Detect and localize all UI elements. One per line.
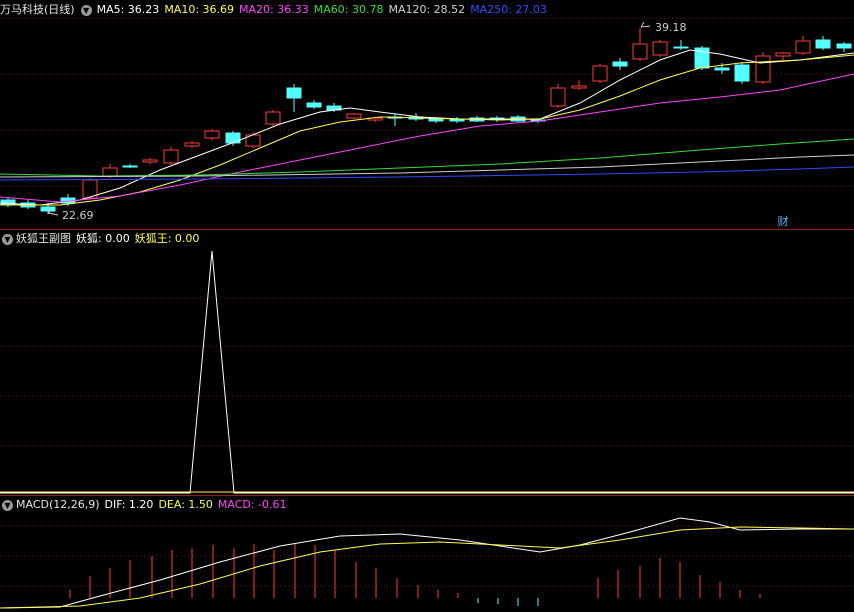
candle-body: [815, 39, 831, 49]
candle-body: [571, 85, 587, 89]
yaohu-line: [0, 250, 854, 494]
candle-body: [795, 40, 811, 54]
candle-body: [592, 65, 608, 82]
ma250-line: [0, 166, 854, 181]
panel-divider: [0, 229, 854, 230]
candle-body: [550, 87, 566, 107]
candle-body: [40, 206, 56, 212]
candle-body: [612, 61, 628, 67]
ma60-line: [0, 138, 854, 177]
ma5-line: [0, 49, 854, 206]
candle-body: [102, 167, 118, 177]
high-marker: [640, 21, 651, 28]
candle-body: [0, 199, 16, 206]
panel-divider: [0, 495, 854, 496]
candle-body: [673, 46, 689, 49]
candle-body: [428, 118, 444, 122]
finance-badge[interactable]: 财: [776, 215, 790, 229]
candle-body: [632, 43, 648, 60]
candle-body: [836, 43, 852, 49]
candle-body: [755, 55, 771, 83]
candle-body: [265, 111, 281, 125]
candle-body: [306, 102, 322, 108]
high-price-label: 39.18: [655, 21, 687, 34]
ma20-line: [0, 73, 854, 203]
candle-body: [225, 132, 241, 144]
candle-body: [184, 142, 200, 147]
candle-body: [204, 130, 220, 139]
candle-body: [346, 113, 362, 119]
dea-line: [0, 526, 854, 609]
candle-body: [714, 67, 730, 71]
kline-chart-canvas[interactable]: 39.18 22.69: [0, 0, 854, 612]
candle-body: [286, 87, 302, 99]
candle-body: [734, 64, 750, 82]
candle-body: [652, 41, 668, 56]
candle-body: [775, 52, 791, 57]
low-price-label: 22.69: [62, 209, 94, 222]
candle-body: [142, 159, 158, 163]
candle-body: [122, 165, 138, 168]
candle-body: [163, 149, 179, 164]
dif-line: [0, 517, 854, 609]
